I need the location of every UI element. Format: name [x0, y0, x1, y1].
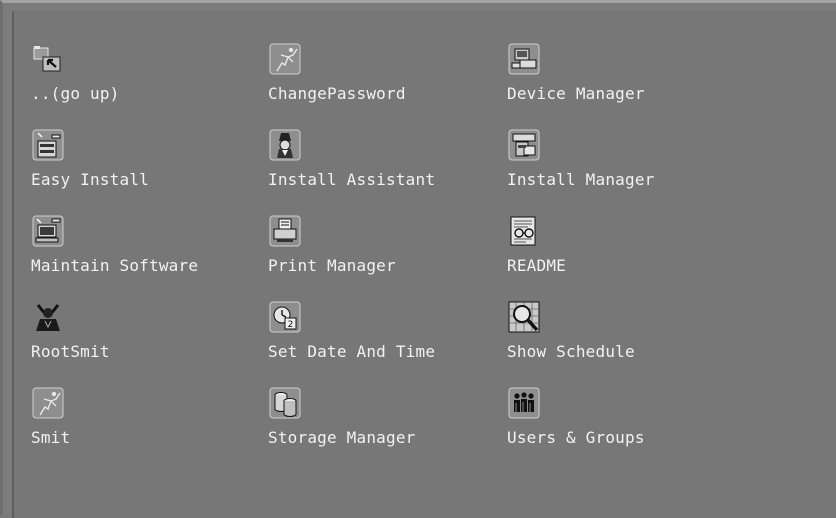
icon-item-label: ..(go up) [31, 84, 120, 103]
icon-item-label: Easy Install [31, 170, 149, 189]
icon-item-label: Print Manager [268, 256, 396, 275]
icon-item-storage-manager[interactable]: Storage Manager [251, 371, 491, 449]
icon-item-easy-install[interactable]: Easy Install [14, 113, 254, 191]
icon-item-rootsmit[interactable]: RootSmit [14, 285, 254, 363]
icon-item-smit[interactable]: Smit [14, 371, 254, 449]
icon-item-label: README [507, 256, 566, 275]
icon-item-install-assistant[interactable]: Install Assistant [251, 113, 491, 191]
icon-item-label: Maintain Software [31, 256, 199, 275]
icon-item-device-manager[interactable]: Device Manager [490, 27, 730, 105]
icon-item-show-schedule[interactable]: Show Schedule [490, 285, 730, 363]
icon-item-label: Install Manager [507, 170, 655, 189]
magnifier-schedule-icon [508, 301, 540, 333]
icon-item-label: RootSmit [31, 342, 110, 361]
icon-item-install-manager[interactable]: Install Manager [490, 113, 730, 191]
root-person-icon [32, 301, 64, 333]
file-manager-window: ..(go up) ChangePassword Device Manager … [0, 0, 836, 518]
icon-item-set-date-and-time[interactable]: 2 Set Date And Time [251, 285, 491, 363]
clock-calendar-icon: 2 [269, 301, 301, 333]
icon-item-readme[interactable]: README [490, 199, 730, 277]
icon-item-change-password[interactable]: ChangePassword [251, 27, 491, 105]
icon-item-go-up[interactable]: ..(go up) [14, 27, 254, 105]
easy-install-icon [32, 129, 64, 161]
icon-item-maintain-software[interactable]: Maintain Software [14, 199, 254, 277]
running-man-icon [269, 43, 301, 75]
icon-item-label: Storage Manager [268, 428, 416, 447]
icon-item-label: Set Date And Time [268, 342, 436, 361]
icon-item-print-manager[interactable]: Print Manager [251, 199, 491, 277]
printer-icon [269, 215, 301, 247]
users-groups-icon [508, 387, 540, 419]
icon-item-label: Device Manager [507, 84, 645, 103]
icon-item-label: Users & Groups [507, 428, 645, 447]
icon-item-label: Smit [31, 428, 71, 447]
icon-item-label: Install Assistant [268, 170, 436, 189]
icon-item-label: Show Schedule [507, 342, 635, 361]
icon-item-label: ChangePassword [268, 84, 406, 103]
install-manager-icon [508, 129, 540, 161]
wizard-icon [269, 129, 301, 161]
svg-text:2: 2 [288, 320, 294, 330]
readme-glasses-icon [508, 215, 540, 247]
icon-item-users-groups[interactable]: Users & Groups [490, 371, 730, 449]
icon-view-pane: ..(go up) ChangePassword Device Manager … [12, 11, 836, 518]
maintain-software-icon [32, 215, 64, 247]
storage-drums-icon [269, 387, 301, 419]
go-up-folder-icon [32, 43, 64, 75]
running-man-icon [32, 387, 64, 419]
device-manager-icon [508, 43, 540, 75]
